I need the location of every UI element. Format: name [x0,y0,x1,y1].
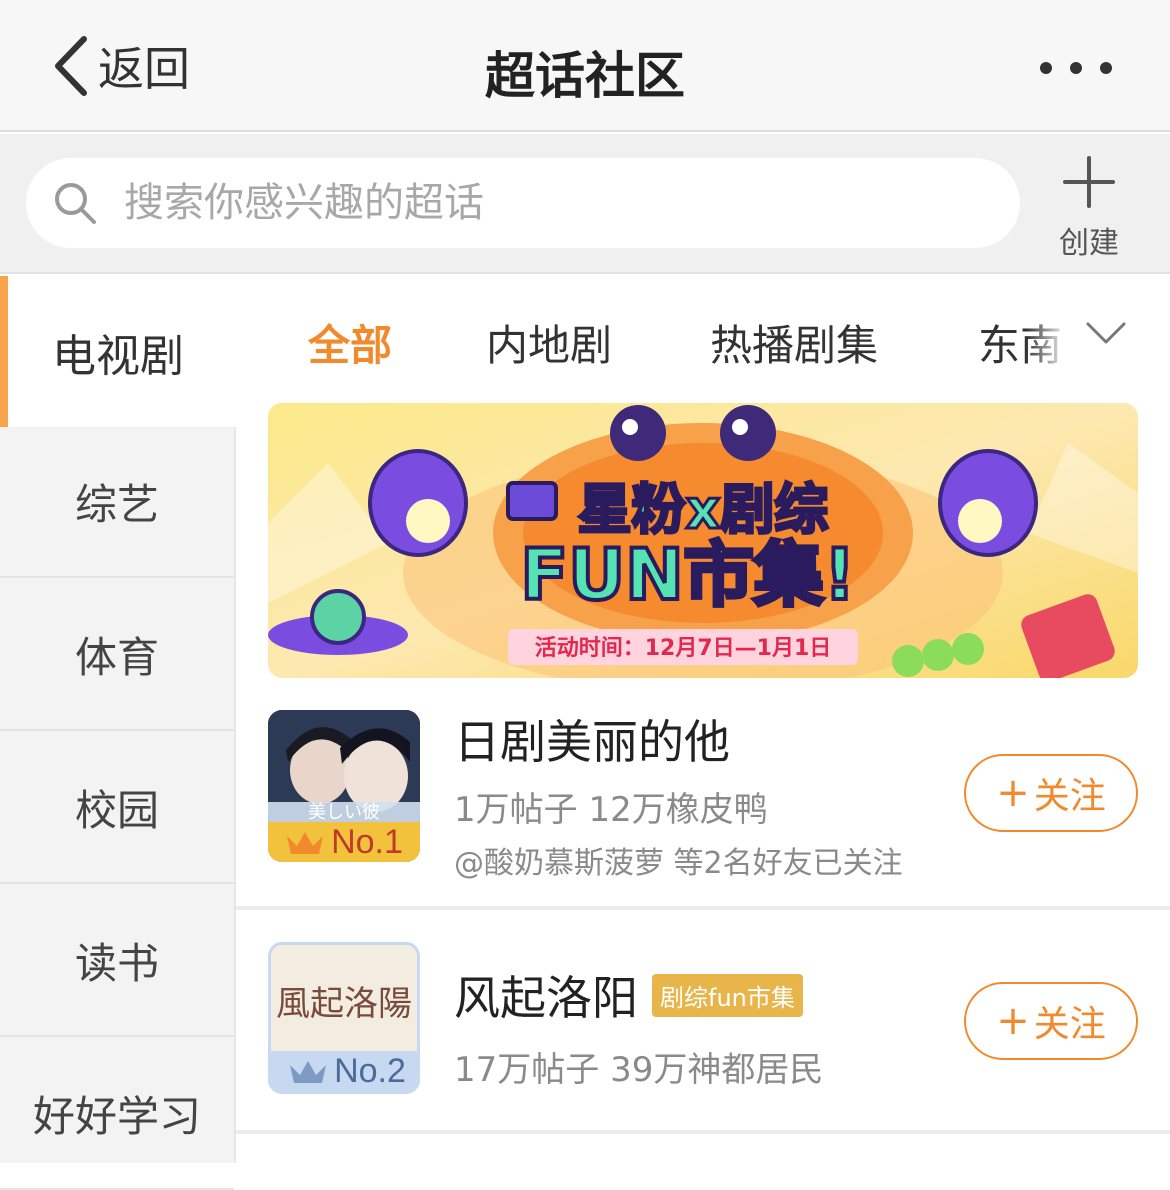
list-item[interactable]: 風起洛陽 No.2 风起洛阳 剧综fun市集 17万帖子 39万神都居民 + 关… [236,910,1170,1130]
tab-all[interactable]: 全部 [308,312,392,373]
rank-badge: No.2 [271,1051,417,1091]
sidebar-item-sports[interactable]: 体育 [0,580,234,731]
follow-button[interactable]: + 关注 [964,754,1138,832]
tab-mainland-drama[interactable]: 内地剧 [486,312,612,373]
banner-title-line1: 星粉x剧综 [578,478,829,541]
sidebar-item-study[interactable]: 好好学习 [0,1039,234,1190]
rank-number: No.2 [334,1051,406,1090]
chevron-down-icon[interactable] [1084,318,1128,348]
search-input[interactable] [124,180,944,226]
item-friends: @酸奶慕斯菠萝 等2名好友已关注 [454,846,903,881]
sidebar-item-campus[interactable]: 校园 [0,733,234,884]
sidebar-item-reading[interactable]: 读书 [0,886,234,1037]
subcategory-tabs: 全部 内地剧 热播剧集 东南 [236,276,1170,402]
nav-bar: 返回 超话社区 [0,0,1170,132]
banner-date: 活动时间：12月7日—1月1日 [535,636,832,661]
list-divider [236,1130,1170,1134]
cover-image[interactable]: 美しい彼 No.1 [268,710,420,862]
sidebar-item-tv-drama[interactable]: 电视剧 [0,276,236,427]
plus-icon: + [996,770,1030,816]
item-stats: 17万帖子 39万神都居民 [454,1050,824,1090]
create-button[interactable]: 创建 [1048,154,1130,261]
banner-title-line2: FUN市集! [520,534,855,616]
more-dot [1100,62,1112,74]
item-stats: 1万帖子 12万橡皮鸭 [454,790,768,830]
search-icon [55,183,96,224]
tab-hot-series[interactable]: 热播剧集 [710,312,878,373]
category-sidebar: 电视剧 综艺 体育 校园 读书 好好学习 [0,276,236,1190]
crown-icon [290,1061,327,1083]
crown-icon [287,832,324,854]
banner-art: 星粉x剧综 FUN市集! 活动时间：12月7日—1月1日 [268,403,1138,678]
cover-title: 美しい彼 [308,802,380,823]
follow-label: 关注 [1033,776,1106,817]
plus-icon [1063,156,1115,208]
cover-calligraphy: 風起洛陽 [276,984,412,1024]
sidebar-item-variety[interactable]: 综艺 [0,427,234,578]
search-box[interactable] [26,158,1020,248]
event-tag: 剧综fun市集 [652,974,803,1017]
list-item[interactable]: 美しい彼 No.1 日剧美丽的他 1万帖子 12万橡皮鸭 @酸奶慕斯菠萝 等2名… [236,678,1170,906]
item-title[interactable]: 风起洛阳 [454,962,638,1028]
more-dot [1040,62,1052,74]
page-title: 超话社区 [485,47,685,105]
more-dot [1070,62,1082,74]
more-icon[interactable] [1040,58,1112,78]
follow-label: 关注 [1033,1004,1106,1045]
search-bar: 创建 [0,134,1170,274]
create-label: 创建 [1059,226,1119,261]
cover-image[interactable]: 風起洛陽 No.2 [268,942,420,1094]
plus-icon: + [996,998,1030,1044]
rank-badge: No.1 [268,822,420,862]
follow-button[interactable]: + 关注 [964,982,1138,1060]
promo-banner[interactable]: 星粉x剧综 FUN市集! 活动时间：12月7日—1月1日 [268,403,1138,678]
item-title[interactable]: 日剧美丽的他 [454,706,730,772]
rank-number: No.1 [331,822,403,861]
